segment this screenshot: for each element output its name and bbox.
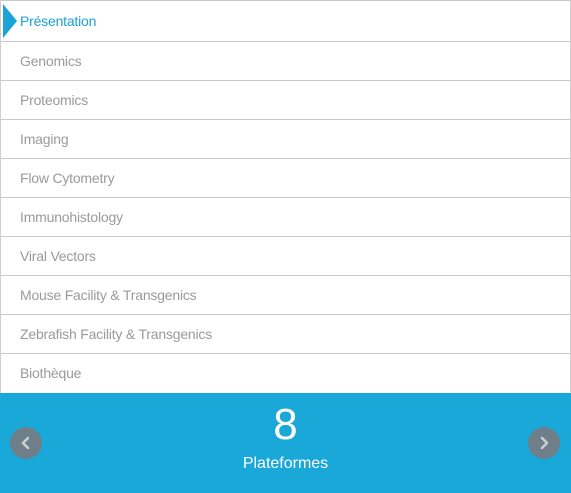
menu-item-proteomics[interactable]: Proteomics bbox=[1, 80, 570, 119]
menu-item-zebrafish-facility[interactable]: Zebrafish Facility & Transgenics bbox=[1, 314, 570, 353]
menu-item-biotheque[interactable]: Biothèque bbox=[1, 353, 570, 392]
menu-item-immunohistology[interactable]: Immunohistology bbox=[1, 197, 570, 236]
menu-item-label: Zebrafish Facility & Transgenics bbox=[20, 326, 213, 342]
menu-item-label: Genomics bbox=[20, 53, 82, 69]
menu-item-label: Imaging bbox=[20, 131, 69, 147]
menu-item-label: Flow Cytometry bbox=[20, 170, 115, 186]
menu-item-label: Viral Vectors bbox=[20, 248, 96, 264]
platform-menu: Présentation Genomics Proteomics Imaging… bbox=[0, 0, 571, 393]
chevron-right-icon bbox=[540, 436, 549, 450]
menu-item-flow-cytometry[interactable]: Flow Cytometry bbox=[1, 158, 570, 197]
menu-item-label: Immunohistology bbox=[20, 209, 123, 225]
menu-item-presentation[interactable]: Présentation bbox=[1, 0, 570, 41]
active-arrow-icon bbox=[3, 4, 17, 38]
menu-item-label: Mouse Facility & Transgenics bbox=[20, 287, 197, 303]
menu-item-genomics[interactable]: Genomics bbox=[1, 41, 570, 80]
next-button[interactable] bbox=[528, 427, 560, 459]
menu-item-label: Proteomics bbox=[20, 92, 89, 108]
menu-item-label: Présentation bbox=[20, 13, 97, 29]
platform-count: 8 bbox=[273, 400, 298, 449]
platform-count-label: Plateformes bbox=[242, 455, 329, 472]
menu-item-imaging[interactable]: Imaging bbox=[1, 119, 570, 158]
menu-item-viral-vectors[interactable]: Viral Vectors bbox=[1, 236, 570, 275]
menu-item-label: Biothèque bbox=[20, 365, 82, 381]
menu-item-mouse-facility[interactable]: Mouse Facility & Transgenics bbox=[1, 275, 570, 314]
platforms-banner: 8 Plateformes bbox=[0, 393, 571, 493]
